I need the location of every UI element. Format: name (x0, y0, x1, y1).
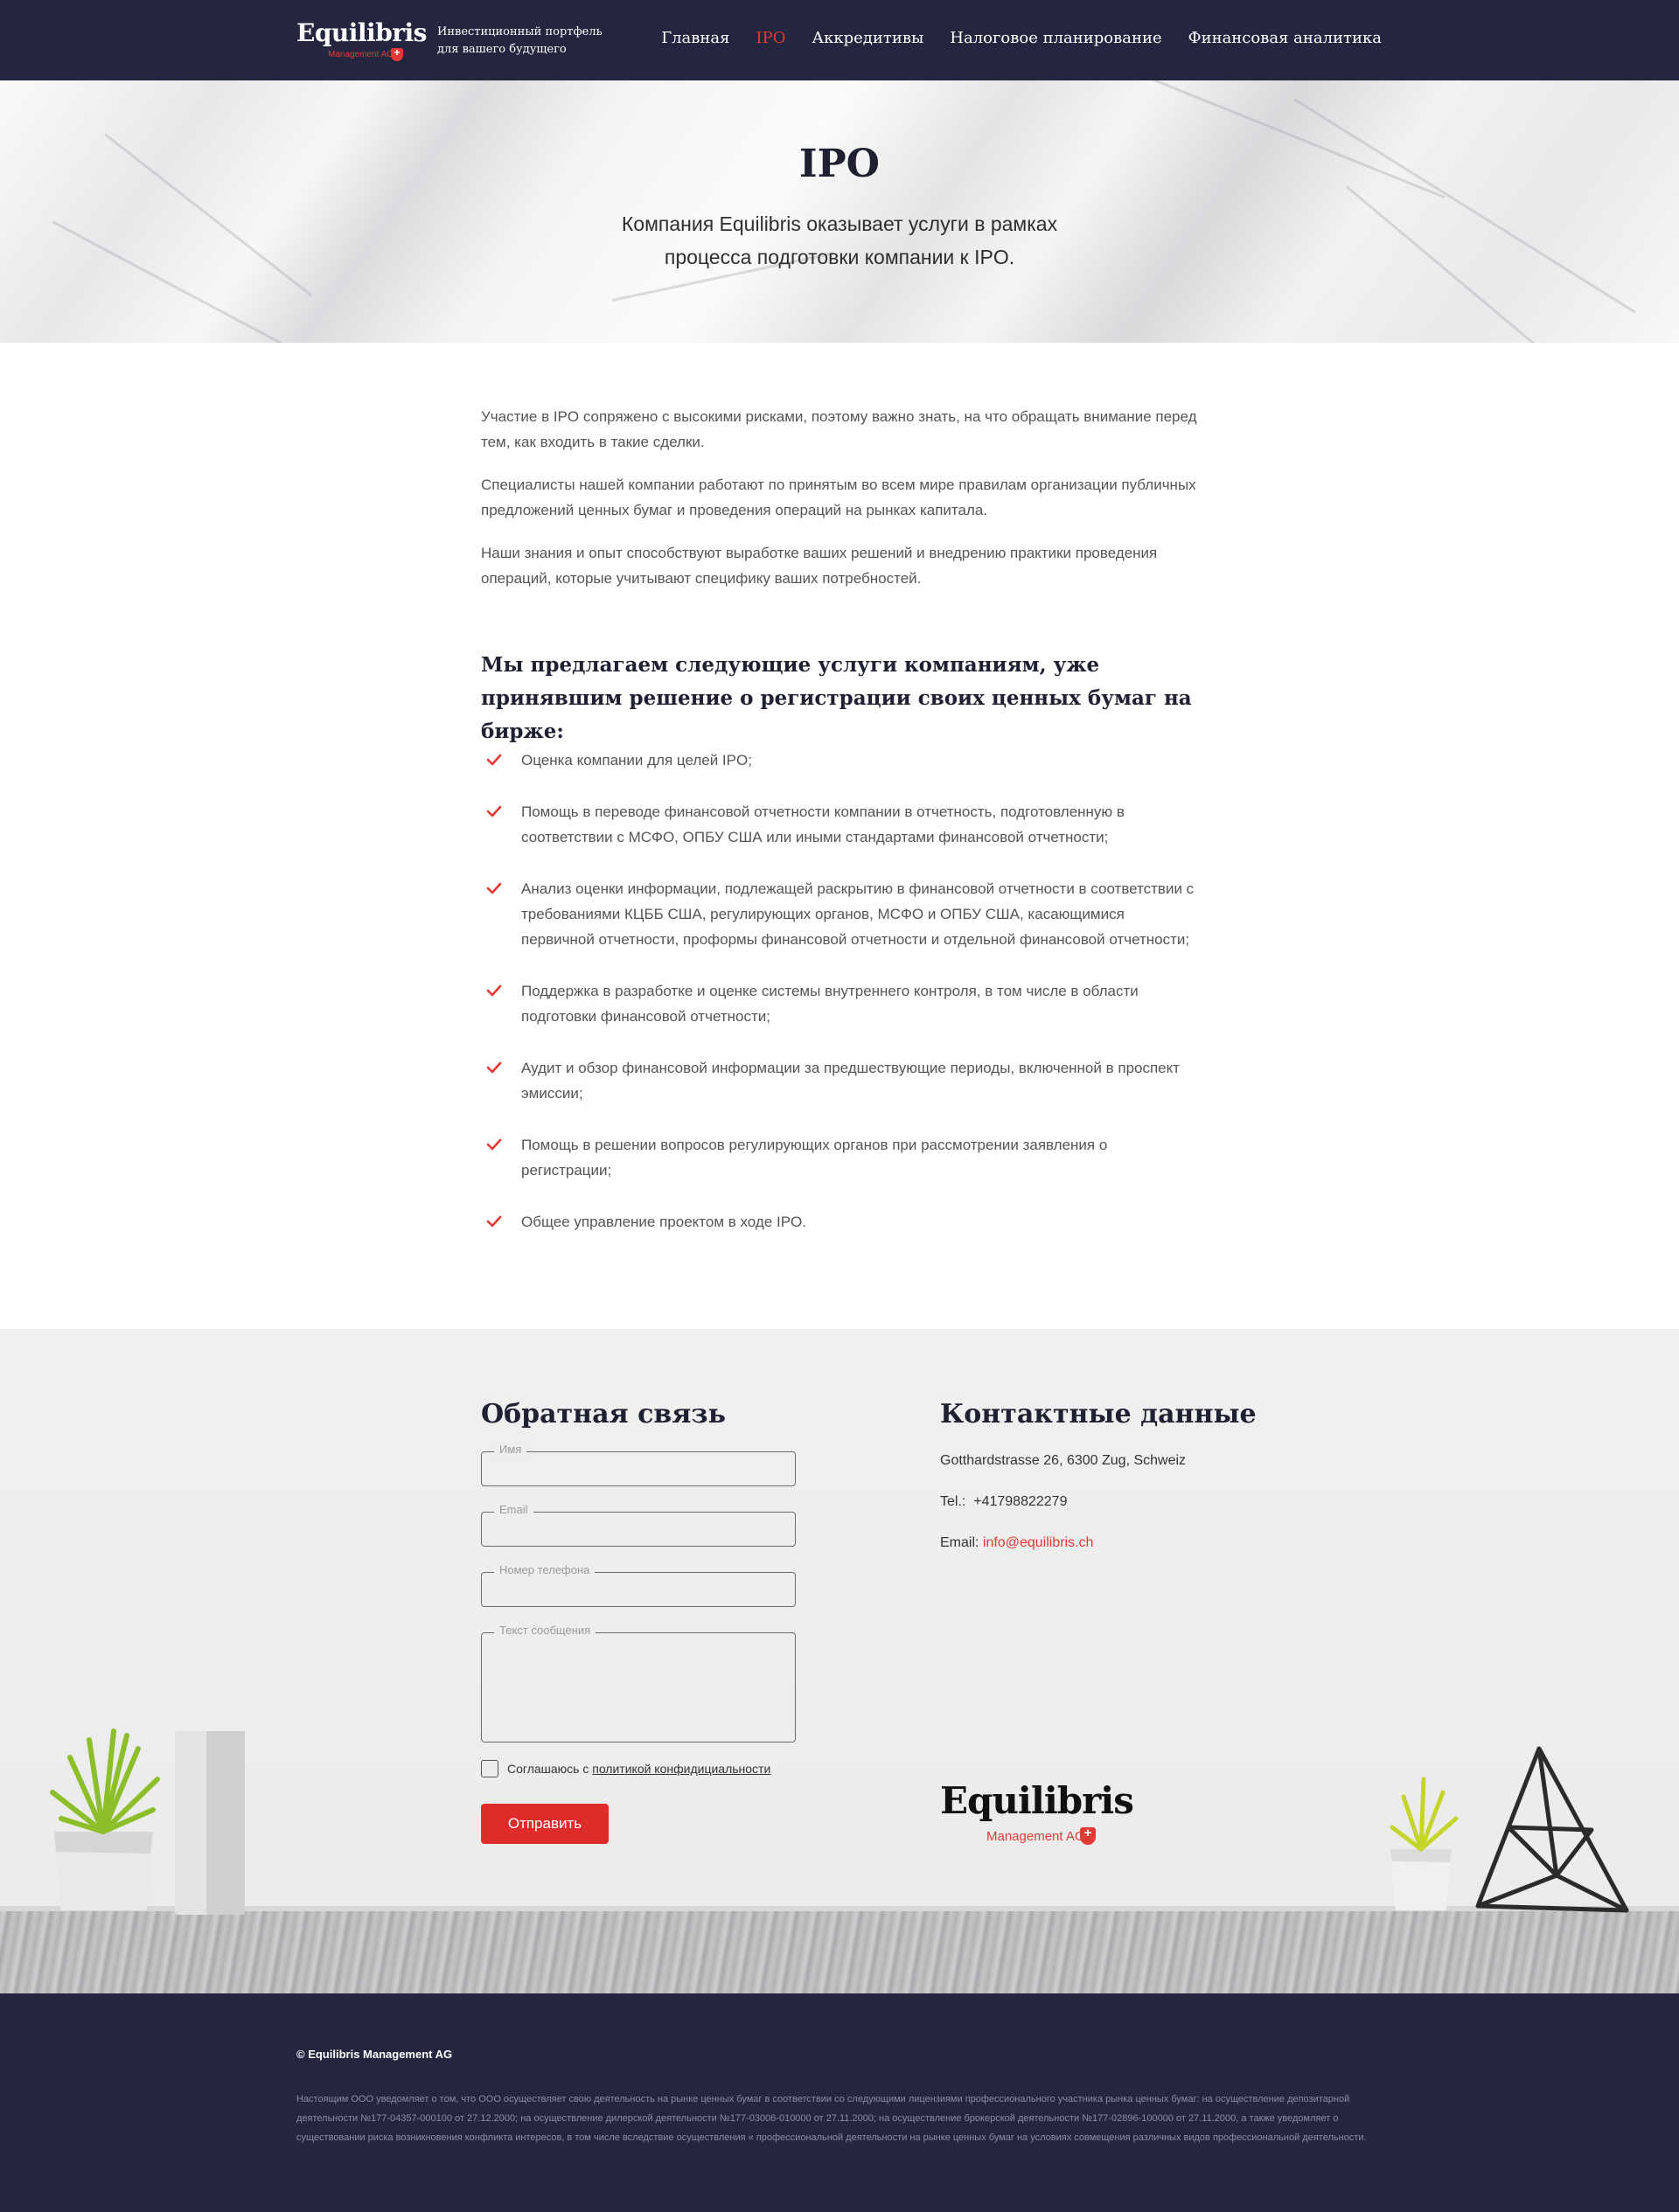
swiss-shield-icon (1080, 1826, 1096, 1845)
contact-address: Gotthardstrasse 26, 6300 Zug, Schweiz (940, 1453, 1187, 1468)
consent-row: Соглашаюсь с политикой конфидициальности (481, 1760, 770, 1777)
check-icon (486, 882, 502, 894)
marble-vein (1293, 98, 1636, 314)
message-label: Текст сообщения (494, 1624, 596, 1637)
email-label: Email (494, 1503, 533, 1516)
copyright: © Equilibris Management AG (296, 2048, 453, 2061)
list-item-text: Помощь в переводе финансовой отчетности … (521, 803, 1125, 845)
list-item: Оценка компании для целей IPO; (481, 748, 1198, 773)
nav-letters-of-credit[interactable]: Аккредитивы (812, 29, 923, 47)
services-heading: Мы предлагаем следующие услуги компаниям… (481, 653, 1192, 743)
tagline: Инвестиционный портфель для вашего будущ… (437, 25, 603, 56)
page-subtitle: Компания Equilibris оказывает услуги в р… (621, 212, 1058, 268)
check-icon (486, 1138, 502, 1151)
list-item: Аудит и обзор финансовой информации за п… (481, 1055, 1198, 1106)
marble-vein (1346, 185, 1629, 343)
check-icon (486, 1215, 502, 1228)
privacy-policy-link[interactable]: политикой конфидициальности (592, 1762, 770, 1776)
footer-logo-sub: Management AG (986, 1829, 1085, 1844)
nav-home[interactable]: Главная (661, 29, 729, 47)
hero-banner: IPO Компания Equilibris оказывает услуги… (0, 80, 1679, 343)
site-header: Equilibris Management AG Инвестиционный … (0, 0, 1679, 80)
consent-label: Соглашаюсь с (507, 1762, 589, 1776)
site-footer: © Equilibris Management AG Настоящим ООО… (0, 1993, 1679, 2212)
feedback-heading: Обратная связь (481, 1399, 726, 1429)
list-item-text: Оценка компании для целей IPO; (521, 752, 752, 769)
message-textarea[interactable]: Текст сообщения (481, 1624, 796, 1742)
stone-floor (0, 1906, 1679, 1993)
contact-email: Email: info@equilibris.ch (940, 1535, 1093, 1551)
phone-label: Номер телефона (494, 1563, 596, 1576)
main-nav: Главная IPO Аккредитивы Налоговое планир… (661, 29, 1382, 47)
email-link[interactable]: info@equilibris.ch (983, 1535, 1094, 1550)
nav-financial-analytics[interactable]: Финансовая аналитика (1188, 29, 1382, 47)
legal-notice: Настоящим ООО уведомляет о том, что ООО … (296, 2094, 1367, 2143)
intro-paragraph: Наши знания и опыт способствуют выработк… (481, 545, 1158, 587)
check-icon (486, 1061, 502, 1074)
swiss-shield-icon (391, 46, 403, 61)
list-item: Помощь в переводе финансовой отчетности … (481, 799, 1198, 850)
name-label: Имя (494, 1443, 527, 1456)
check-icon (486, 805, 502, 817)
plant-decoration-icon (50, 1729, 245, 1915)
check-icon (486, 754, 502, 766)
email-prefix: Email: (940, 1535, 979, 1550)
page-title: IPO (799, 142, 880, 186)
submit-button[interactable]: Отправить (481, 1804, 609, 1844)
list-item-text: Анализ оценки информации, подлежащей рас… (521, 880, 1195, 948)
email-field[interactable]: Email (481, 1503, 796, 1547)
phone-field[interactable]: Номер телефона (481, 1563, 796, 1607)
list-item: Общее управление проектом в ходе IPO. (481, 1209, 1198, 1235)
intro-paragraph: Участие в IPO сопряжено с высокими риска… (481, 408, 1197, 450)
list-item: Поддержка в разработке и оценке системы … (481, 978, 1198, 1029)
pyramid-decoration-icon (1390, 1746, 1629, 1913)
logo[interactable]: Equilibris Management AG (296, 15, 427, 64)
consent-text: Соглашаюсь с политикой конфидициальности (507, 1762, 770, 1776)
intro-text: Участие в IPO сопряжено с высокими риска… (481, 404, 1198, 609)
logo-sub: Management AG (328, 50, 394, 59)
footer-logo: Equilibris Management AG (940, 1779, 1134, 1849)
list-item: Помощь в решении вопросов регулирующих о… (481, 1132, 1198, 1183)
name-field[interactable]: Имя (481, 1443, 796, 1486)
nav-ipo[interactable]: IPO (756, 29, 786, 47)
contact-phone: Tel.: +41798822279 (940, 1494, 1067, 1510)
list-item-text: Помощь в решении вопросов регулирующих о… (521, 1137, 1108, 1179)
marble-vein (52, 220, 378, 343)
intro-paragraph: Специалисты нашей компании работают по п… (481, 476, 1196, 518)
list-item-text: Общее управление проектом в ходе IPO. (521, 1214, 806, 1230)
list-item-text: Аудит и обзор финансовой информации за п… (521, 1060, 1181, 1102)
list-item: Анализ оценки информации, подлежащей рас… (481, 876, 1198, 952)
phone-number[interactable]: +41798822279 (973, 1494, 1067, 1509)
check-icon (486, 984, 502, 997)
list-item-text: Поддержка в разработке и оценке системы … (521, 983, 1139, 1025)
nav-tax-planning[interactable]: Налоговое планирование (950, 29, 1161, 47)
contacts-heading: Контактные данные (940, 1399, 1257, 1429)
consent-checkbox[interactable] (481, 1760, 498, 1777)
logo-text: Equilibris (296, 18, 427, 47)
services-list: Оценка компании для целей IPO; Помощь в … (481, 748, 1198, 1261)
phone-prefix: Tel.: (940, 1494, 966, 1509)
footer-logo-text: Equilibris (940, 1779, 1134, 1822)
